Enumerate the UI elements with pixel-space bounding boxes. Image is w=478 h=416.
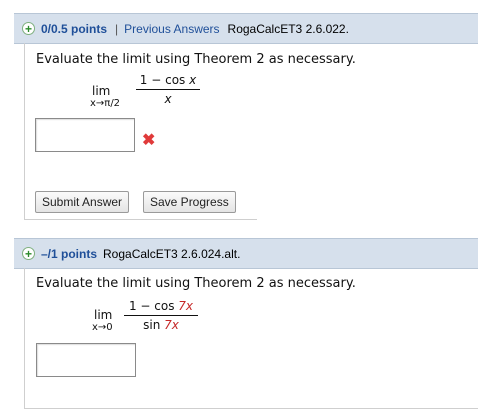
q2-limit-sub: x→0 (92, 322, 113, 333)
q2-answer-input[interactable] (36, 343, 136, 377)
submit-answer-button[interactable]: Submit Answer (35, 191, 130, 213)
x-mark-icon: ✖ (142, 132, 156, 149)
q2-num-highlight: 7x (178, 299, 194, 313)
q1-limit-sub: x→π/2 (90, 98, 121, 109)
question-2-header: + –/1 points RogaCalcET3 2.6.024.alt. (14, 238, 478, 269)
q2-fraction-bar (124, 315, 198, 316)
q2-den-highlight: 7x (164, 318, 179, 332)
q2-den-text: sin (143, 318, 165, 332)
q1-denominator: x (164, 92, 172, 106)
q2-num-text: 1 − cos (128, 299, 179, 313)
q2-denominator: sin 7x (124, 318, 198, 332)
expand-plus-icon[interactable]: + (22, 247, 35, 260)
save-progress-button[interactable]: Save Progress (143, 191, 236, 213)
q1-points: 0/0.5 points (41, 21, 108, 36)
question-1-header: + 0/0.5 points | Previous Answers RogaCa… (14, 13, 478, 44)
q1-code: RogaCalcET3 2.6.022. (227, 21, 349, 36)
expand-plus-icon[interactable]: + (22, 22, 35, 35)
q1-numerator: 1 − cos x (139, 73, 197, 87)
q2-prompt: Evaluate the limit using Theorem 2 as ne… (36, 276, 356, 291)
q1-prompt: Evaluate the limit using Theorem 2 as ne… (36, 52, 356, 67)
q2-code: RogaCalcET3 2.6.024.alt. (103, 246, 241, 261)
q1-fraction-bar (136, 89, 200, 90)
q1-lim: lim (92, 84, 111, 98)
q2-points: –/1 points (41, 246, 98, 261)
q2-lim: lim (94, 308, 113, 322)
q2-numerator: 1 − cos 7x (124, 299, 198, 313)
q1-answer-input[interactable] (35, 118, 135, 152)
header-separator: | (115, 21, 119, 36)
previous-answers-link[interactable]: Previous Answers (124, 22, 219, 36)
